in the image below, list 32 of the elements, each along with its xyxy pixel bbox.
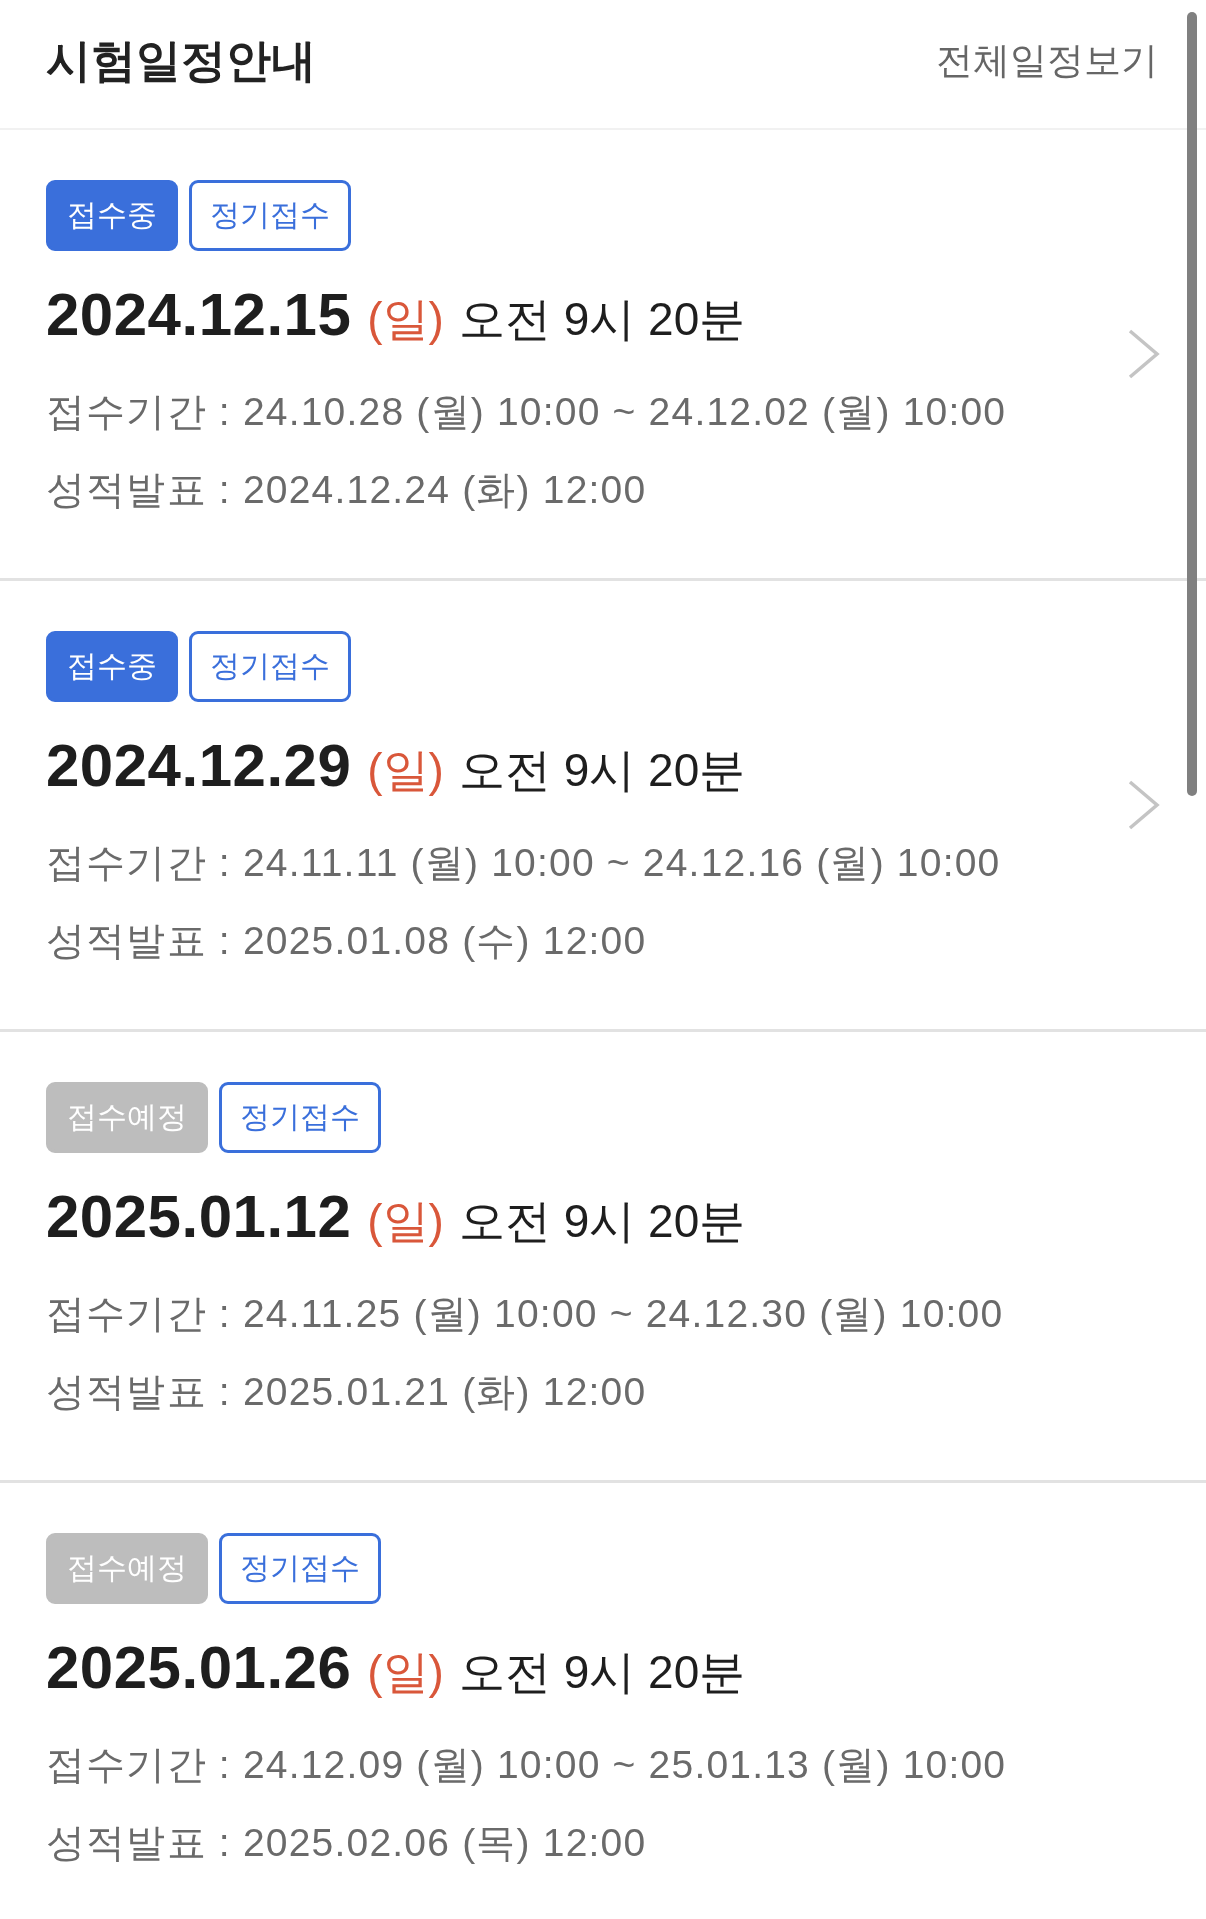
exam-date: 2025.01.26 — [46, 1637, 352, 1698]
exam-detail-line: 접수기간 : 24.11.11 (월) 10:00 ~ 24.12.16 (월) 10:00 — [46, 843, 1001, 882]
category-badge: 정기접수 — [189, 630, 351, 702]
chevron-right-icon[interactable] — [1128, 329, 1160, 379]
exam-card[interactable]: 접수예정 정기접수 2025.01.26 (일) 오전 9시 20분 접수기간 : 24.12.09 (월) 10:00 ~ 25.01.13 (월) 10:00 성적발표 : 2025.02.06 (목) 12:00 — [0, 1483, 1206, 1919]
exam-detail-line: 성적발표 : 2025.02.06 (목) 12:00 — [46, 1823, 647, 1862]
exam-detail-line: 접수기간 : 24.11.25 (월) 10:00 ~ 24.12.30 (월) 10:00 — [46, 1294, 1004, 1333]
page-title: 시험일정안내 — [46, 37, 316, 83]
status-badge: 접수예정 — [46, 1532, 208, 1604]
exam-detail-line: 성적발표 : 2024.12.24 (화) 12:00 — [46, 470, 647, 509]
exam-date: 2024.12.15 — [46, 284, 352, 345]
status-badge: 접수중 — [46, 630, 178, 702]
exam-time: 오전 9시 20분 — [458, 295, 746, 342]
exam-time: 오전 9시 20분 — [458, 1648, 746, 1695]
exam-detail-line: 접수기간 : 24.10.28 (월) 10:00 ~ 24.12.02 (월) 10:00 — [46, 392, 1007, 431]
exam-detail-line: 성적발표 : 2025.01.08 (수) 12:00 — [46, 921, 647, 960]
exam-time: 오전 9시 20분 — [458, 1197, 746, 1244]
category-badge: 정기접수 — [219, 1532, 381, 1604]
exam-detail-line: 성적발표 : 2025.01.21 (화) 12:00 — [46, 1372, 647, 1411]
category-badge: 정기접수 — [189, 179, 351, 251]
status-badge: 접수예정 — [46, 1081, 208, 1153]
exam-date: 2025.01.12 — [46, 1186, 352, 1247]
scrollbar[interactable] — [1187, 12, 1197, 796]
status-badge: 접수중 — [46, 179, 178, 251]
exam-time: 오전 9시 20분 — [458, 746, 746, 793]
exam-detail-line: 접수기간 : 24.12.09 (월) 10:00 ~ 25.01.13 (월) 10:00 — [46, 1745, 1007, 1784]
category-badge: 정기접수 — [219, 1081, 381, 1153]
chevron-right-icon[interactable] — [1128, 780, 1160, 830]
view-all-schedule-link[interactable]: 전체일정보기 — [936, 41, 1158, 79]
exam-date: 2024.12.29 — [46, 735, 352, 796]
exam-card[interactable]: 접수예정 정기접수 2025.01.12 (일) 오전 9시 20분 접수기간 : 24.11.25 (월) 10:00 ~ 24.12.30 (월) 10:00 성적발표 : 2025.01.21 (화) 12:00 — [0, 1032, 1206, 1483]
exam-card[interactable]: 접수중 정기접수 2024.12.29 (일) 오전 9시 20분 접수기간 : 24.11.11 (월) 10:00 ~ 24.12.16 (월) 10:00 성적발표 : 2025.01.08 (수) 12:00 — [0, 581, 1206, 1032]
